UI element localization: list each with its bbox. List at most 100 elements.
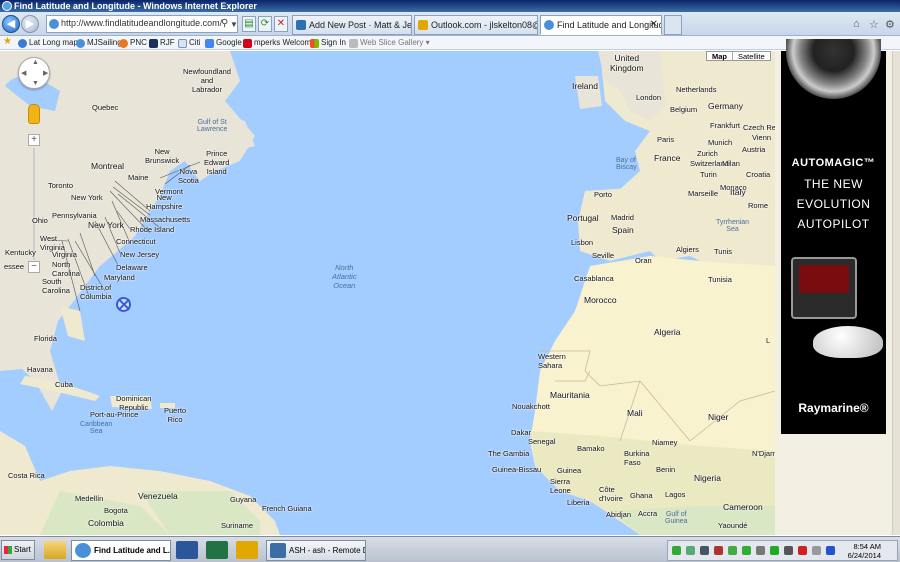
microsoft-icon xyxy=(310,39,319,48)
refresh-icon[interactable]: ⟳ xyxy=(258,16,272,32)
favorite-mjsailing[interactable]: MJSailing xyxy=(76,37,122,49)
zoom-slider[interactable] xyxy=(33,148,35,260)
favorites-star-icon[interactable]: ☆ xyxy=(869,18,879,31)
map-label: L xyxy=(766,336,771,345)
taskbar-remote-desktop[interactable]: ASH - ash - Remote D... xyxy=(266,540,366,561)
tray-icon[interactable] xyxy=(728,546,737,555)
map-label: Ohio xyxy=(32,216,48,225)
map-label: United Kingdom xyxy=(610,53,644,73)
favorite-rjf[interactable]: RJF xyxy=(149,37,175,49)
tray-icon[interactable] xyxy=(784,546,793,555)
new-tab-button[interactable] xyxy=(664,15,682,35)
street-view-pegman-icon[interactable] xyxy=(28,104,40,124)
favorite-mperks[interactable]: mperks Welcome xyxy=(243,37,316,49)
favorites-star-icon[interactable]: ★ xyxy=(3,36,12,47)
map-label: Czech Re xyxy=(743,123,775,132)
page-scrollbar[interactable] xyxy=(892,51,900,535)
tray-icon[interactable] xyxy=(700,546,709,555)
favorite-pnc[interactable]: PNC xyxy=(119,37,147,49)
raymarine-ad[interactable]: AUTOMAGIC™ THE NEW EVOLUTION AUTOPILOT R… xyxy=(781,39,886,434)
tab-find-latitude[interactable]: Find Latitude and Longitude ✕ xyxy=(540,15,662,35)
tray-icon[interactable] xyxy=(798,546,807,555)
map-label: Connecticut xyxy=(116,237,156,246)
address-dropdown-icon[interactable]: ▼ xyxy=(230,20,238,29)
location-marker-icon[interactable] xyxy=(116,297,131,312)
window-title-bar: Find Latitude and Longitude - Windows In… xyxy=(0,0,900,12)
map-label: Spain xyxy=(612,225,634,235)
map-view[interactable]: Map Satellite ▲ ▼ ◀ ▶ + − Newfoundland an… xyxy=(0,51,775,535)
favorite-lat-long-map[interactable]: Lat Long map xyxy=(18,37,78,49)
favorites-bar: ★ Lat Long map MJSailing PNC RJF Citi Go… xyxy=(0,36,900,50)
map-label: Guinea xyxy=(557,466,582,475)
pan-right-icon[interactable]: ▶ xyxy=(43,69,48,77)
tray-icon[interactable] xyxy=(672,546,681,555)
address-bar[interactable]: http://www.findlatitudeandlongitude.com/… xyxy=(46,15,238,33)
map-label: Italy xyxy=(730,187,746,197)
compatibility-view-icon[interactable]: ▤ xyxy=(242,16,256,32)
map-label: Oran xyxy=(635,256,652,265)
excel-icon[interactable] xyxy=(206,541,228,559)
favorite-citi[interactable]: Citi xyxy=(178,37,201,49)
autopilot-device-image xyxy=(791,257,857,319)
map-label: Maryland xyxy=(104,273,135,282)
map-type-map-button[interactable]: Map xyxy=(707,52,733,61)
favorite-web-slice-gallery[interactable]: Web Slice Gallery ▾ xyxy=(349,37,430,49)
ad-panel: AUTOMAGIC™ THE NEW EVOLUTION AUTOPILOT R… xyxy=(775,39,900,535)
folder-icon[interactable] xyxy=(44,541,66,559)
home-icon[interactable]: ⌂ xyxy=(853,18,860,30)
tray-icon[interactable] xyxy=(770,546,779,555)
back-button[interactable]: ◀ xyxy=(2,15,20,33)
network-icon[interactable] xyxy=(756,546,765,555)
ie-page-icon xyxy=(76,39,85,48)
map-label: Puerto Rico xyxy=(164,406,187,424)
pan-down-icon[interactable]: ▼ xyxy=(32,80,39,87)
tray-icon[interactable] xyxy=(686,546,695,555)
taskbar-ie-window[interactable]: Find Latitude and L... xyxy=(71,540,171,561)
map-type-satellite-button[interactable]: Satellite xyxy=(733,52,770,61)
map-label: Abidjan xyxy=(606,510,632,519)
zoom-in-button[interactable]: + xyxy=(28,134,40,146)
outlook-icon[interactable] xyxy=(236,541,258,559)
wordpress-icon xyxy=(296,20,306,30)
bluetooth-icon[interactable] xyxy=(826,546,835,555)
map-label: Austria xyxy=(742,145,766,154)
tab-add-new-post[interactable]: Add New Post · Matt & Jessica's... xyxy=(292,15,412,35)
volume-icon[interactable] xyxy=(812,546,821,555)
map-label: Senegal xyxy=(528,437,556,446)
word-icon[interactable] xyxy=(176,541,198,559)
map-label: Pennsylvania xyxy=(52,211,97,220)
map-label: New Hampshire xyxy=(146,193,183,211)
map-label: Tyrrhenian Sea xyxy=(716,219,750,233)
site-favicon-icon xyxy=(49,19,59,29)
map-label: New Jersey xyxy=(120,250,160,259)
pan-control[interactable]: ▲ ▼ ◀ ▶ xyxy=(18,57,50,89)
zoom-out-button[interactable]: − xyxy=(28,261,40,273)
map-label: Rhode Island xyxy=(130,225,175,234)
tray-icon[interactable] xyxy=(714,546,723,555)
tools-gear-icon[interactable]: ⚙ xyxy=(885,18,895,31)
map-label: Paris xyxy=(657,135,675,144)
map-label: Medellín xyxy=(75,494,104,503)
windows-logo-icon xyxy=(4,546,12,554)
ad-headline: AUTOMAGIC™ xyxy=(791,157,876,169)
tray-icon[interactable] xyxy=(742,546,751,555)
search-icon[interactable]: ⚲ xyxy=(221,18,228,29)
clock[interactable]: 8:54 AM 6/24/2014 xyxy=(848,542,881,560)
map-label: Accra xyxy=(638,509,658,518)
favorite-google[interactable]: Google xyxy=(205,37,242,49)
map-label: Tunisia xyxy=(708,275,732,284)
tab-outlook[interactable]: Outlook.com - jlskelton08@hot... xyxy=(414,15,538,35)
map-label: Ghana xyxy=(630,491,653,500)
favorite-sign-in[interactable]: Sign In xyxy=(310,37,346,49)
start-button[interactable]: Start xyxy=(1,540,35,560)
map-type-control[interactable]: Map Satellite xyxy=(706,51,771,61)
system-tray: 8:54 AM 6/24/2014 xyxy=(667,540,898,561)
pan-left-icon[interactable]: ◀ xyxy=(21,69,26,77)
forward-button[interactable]: ▶ xyxy=(21,15,39,33)
pan-up-icon[interactable]: ▲ xyxy=(32,59,39,66)
autopilot-dome-image xyxy=(813,326,883,358)
close-tab-icon[interactable]: ✕ xyxy=(650,16,658,34)
map-label: Croatia xyxy=(746,170,771,179)
map-label: Massachusetts xyxy=(140,215,191,224)
stop-icon[interactable]: ✕ xyxy=(274,16,288,32)
